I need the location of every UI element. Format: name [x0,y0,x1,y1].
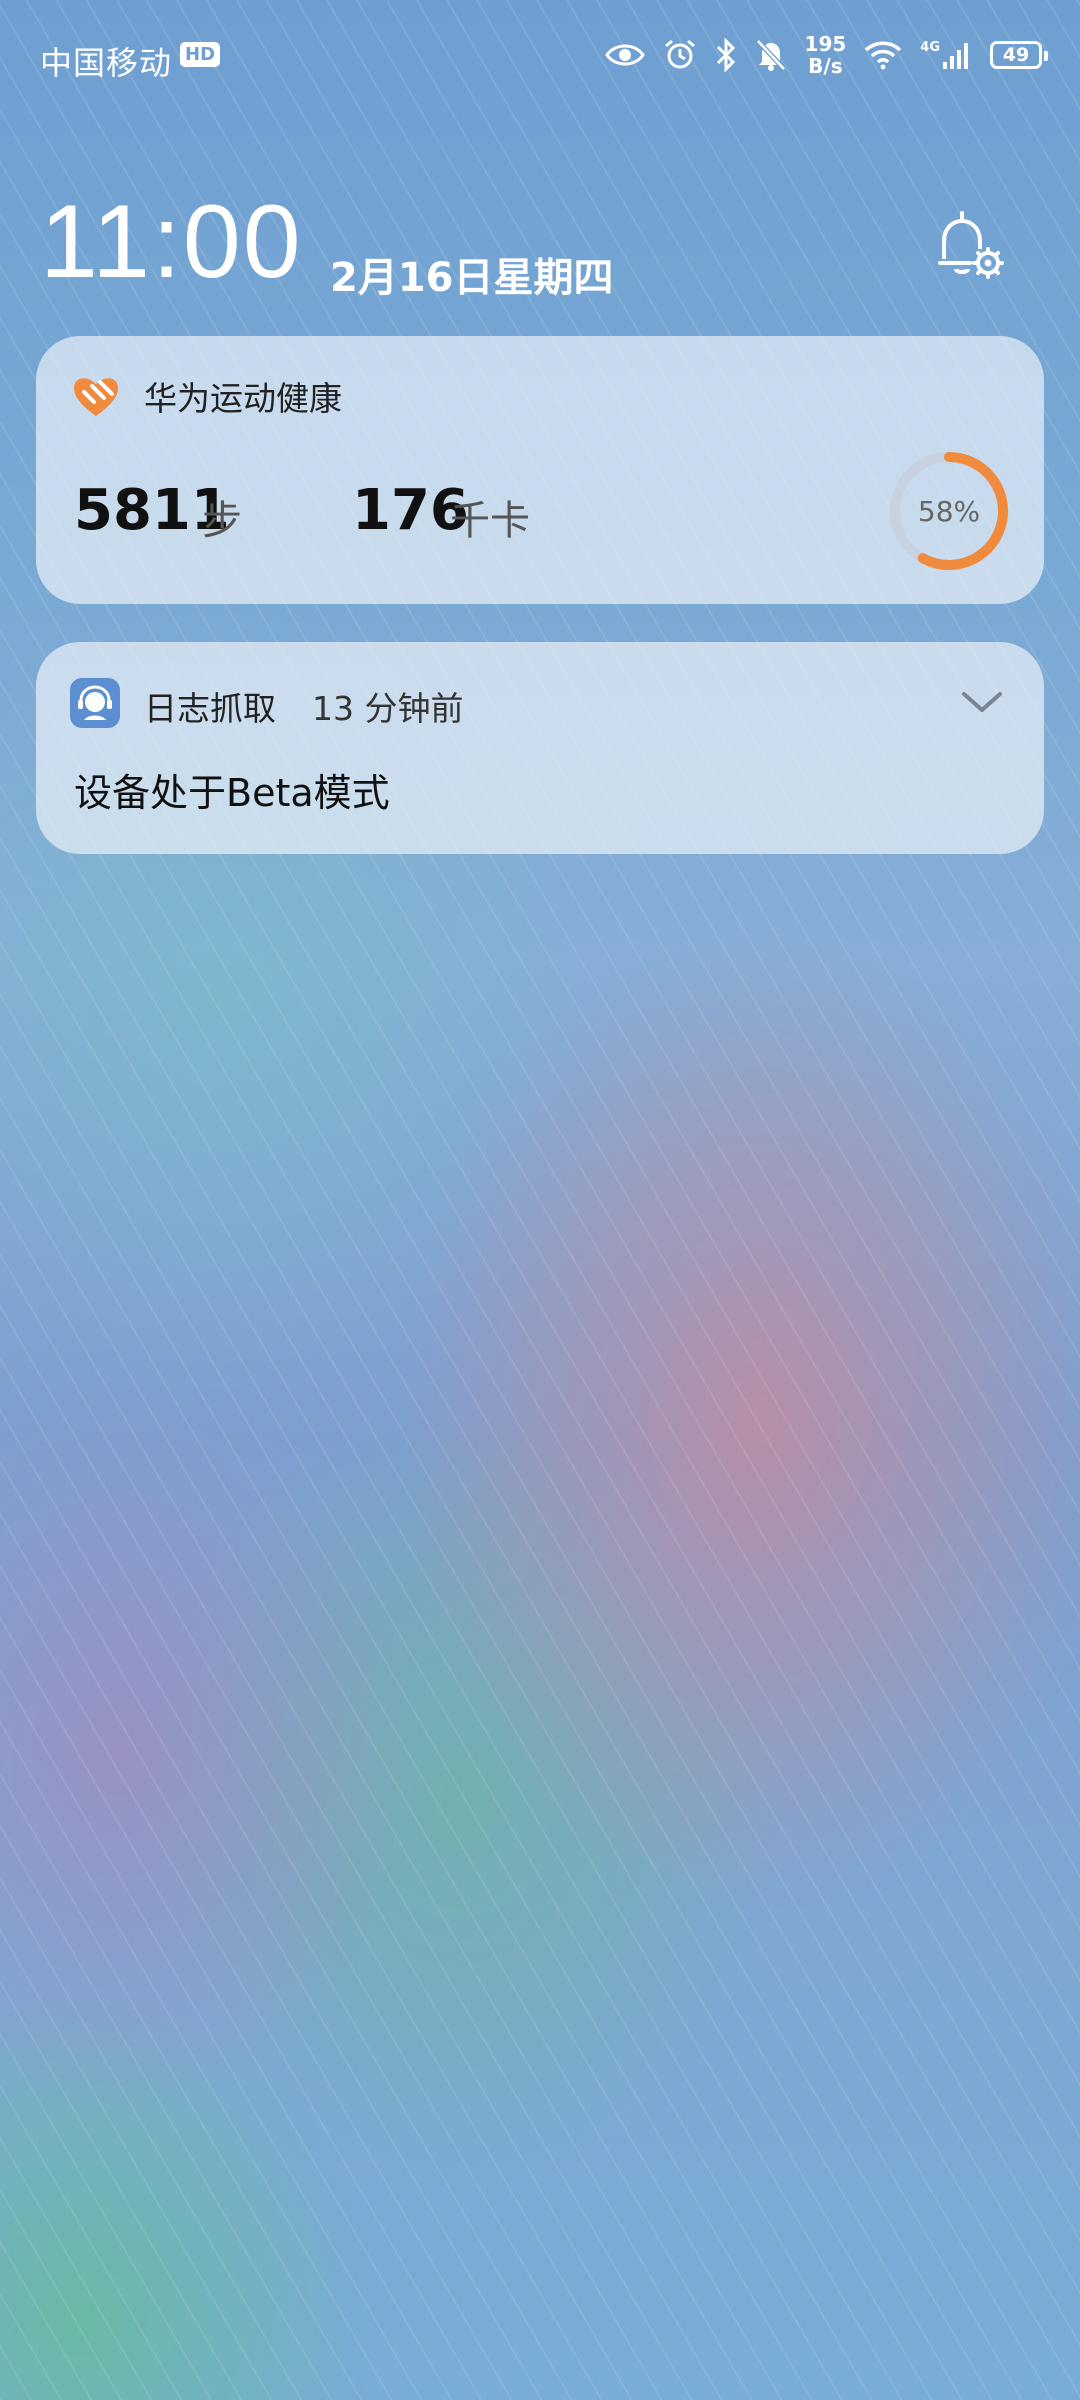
headset-icon [78,685,112,720]
log-time-ago: 13 分钟前 [312,689,464,728]
carrier-name: 中国移动 [40,44,173,82]
signal-icon [943,43,968,69]
hd-badge: HD [180,42,221,67]
network-type: 4G [920,40,940,55]
alarm-icon [664,39,695,69]
lockscreen-time: 11:00 [40,184,303,300]
huawei-health-icon [74,378,118,416]
battery-icon: 49 [990,41,1048,69]
status-icons: 195 B/s 4G 49 [604,30,1048,80]
lockscreen-date: 2月16日星期四 [330,255,614,301]
progress-label: 58% [917,494,981,528]
log-notification-card[interactable]: 日志抓取 13 分钟前 设备处于Beta模式 [36,642,1044,854]
signal-group: 4G [920,40,972,70]
log-message: 设备处于Beta模式 [74,771,390,815]
health-notification-card[interactable]: 华为运动健康 5811 步 176 千卡 58% [36,336,1044,604]
battery-level: 49 [1002,44,1030,66]
bell-muted-icon [755,39,786,71]
wifi-icon [865,41,902,70]
chevron-down-icon[interactable] [958,682,1006,722]
calories-unit: 千卡 [450,498,530,544]
network-speed: 195 B/s [805,33,847,77]
eye-icon [604,44,645,66]
log-app-name: 日志抓取 [144,689,276,728]
steps-unit: 步 [202,498,242,544]
network-speed-value: 195 [804,32,847,56]
health-app-name: 华为运动健康 [144,379,342,418]
network-speed-unit: B/s [808,54,843,78]
log-capture-icon [70,678,120,728]
notification-settings-icon[interactable] [930,205,1010,285]
status-bar: 中国移动 HD 195 B/s 4G 49 [0,0,1080,110]
bluetooth-icon [716,38,735,72]
